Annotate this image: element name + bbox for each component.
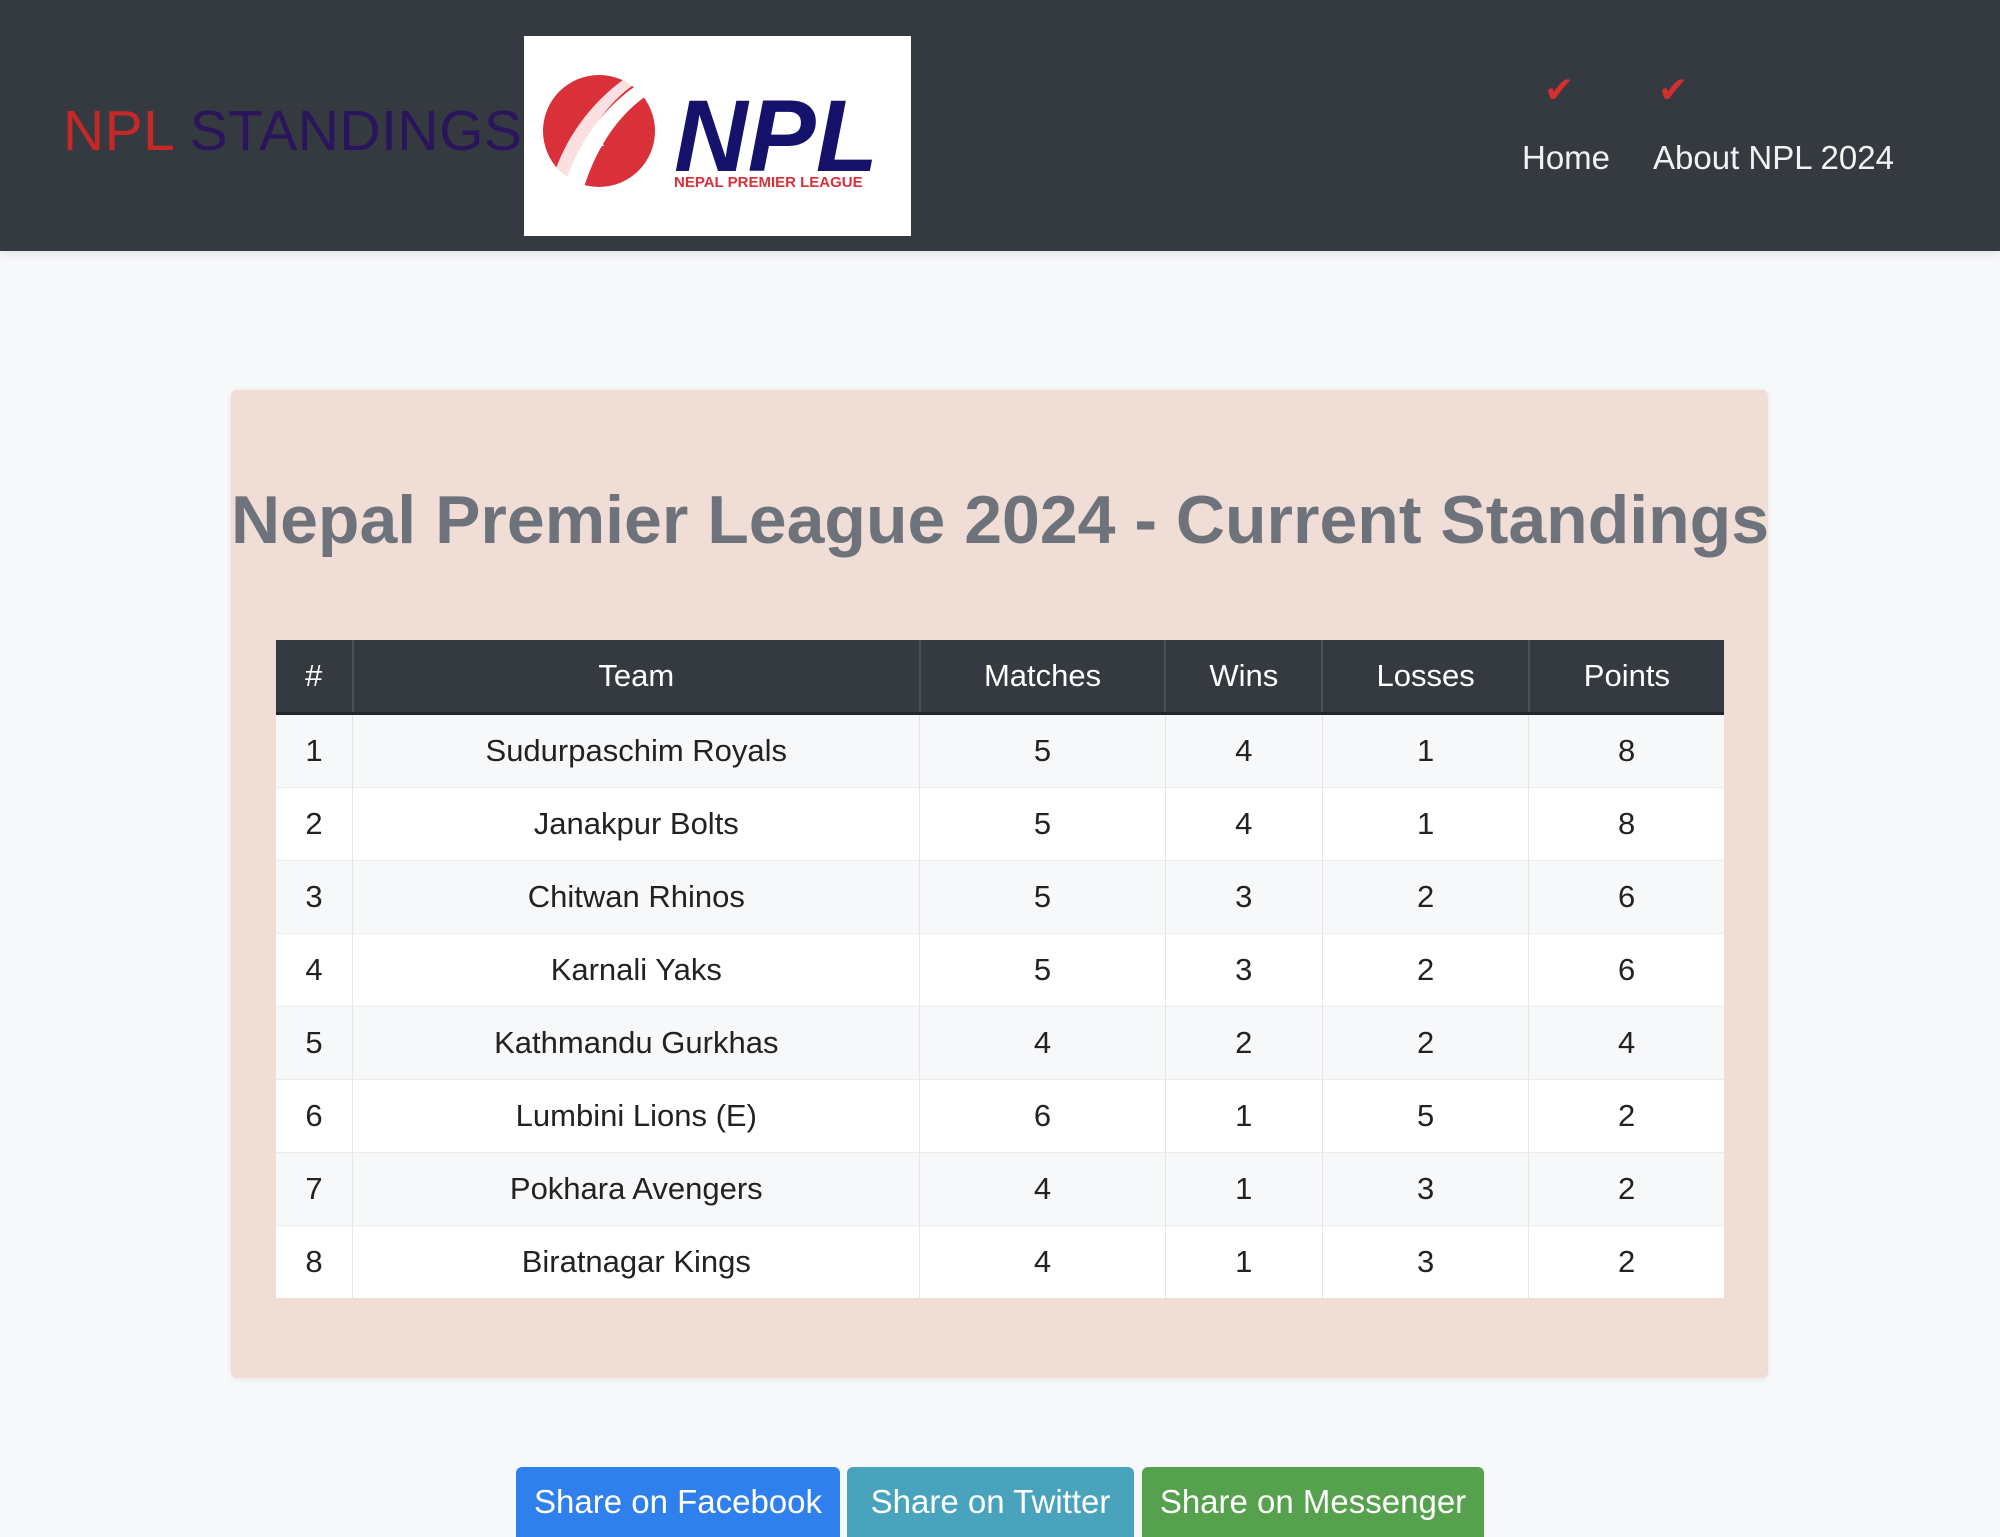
cell-matches: 4	[919, 1225, 1166, 1298]
cell-losses: 1	[1321, 713, 1529, 788]
cell-losses: 2	[1321, 860, 1529, 934]
cell-wins: 4	[1164, 713, 1323, 788]
cell-wins: 1	[1164, 1152, 1323, 1226]
navbar: NPL STANDINGS NPL NEPAL PREMIER LEAGUE ✔…	[0, 0, 2000, 251]
table-row: 1 Sudurpaschim Royals 5 4 1 8	[276, 713, 1724, 788]
cell-matches: 4	[919, 1152, 1166, 1226]
cell-losses: 2	[1321, 933, 1529, 1007]
cell-points: 2	[1528, 1225, 1724, 1298]
brand-title[interactable]: NPL STANDINGS	[63, 96, 522, 166]
check-icon: ✔	[1544, 69, 1575, 110]
cell-team: Chitwan Rhinos	[352, 860, 920, 934]
npl-logo-graphic: NPL NEPAL PREMIER LEAGUE	[543, 66, 878, 194]
header-rank: #	[276, 640, 353, 715]
cell-wins: 3	[1164, 860, 1323, 934]
cell-wins: 1	[1164, 1079, 1323, 1153]
cell-team: Lumbini Lions (E)	[352, 1079, 920, 1153]
cell-rank: 7	[276, 1152, 353, 1226]
cell-losses: 2	[1321, 1006, 1529, 1080]
header-team: Team	[351, 640, 920, 715]
table-row: 2 Janakpur Bolts 5 4 1 8	[276, 787, 1724, 861]
cell-points: 2	[1528, 1079, 1724, 1153]
share-twitter-button[interactable]: Share on Twitter	[847, 1467, 1134, 1537]
header-wins: Wins	[1164, 640, 1323, 715]
cell-matches: 5	[919, 713, 1166, 788]
cell-rank: 5	[276, 1006, 353, 1080]
share-facebook-button[interactable]: Share on Facebook	[516, 1467, 840, 1537]
cell-wins: 2	[1164, 1006, 1323, 1080]
cell-matches: 5	[919, 933, 1166, 1007]
cell-points: 6	[1528, 933, 1724, 1007]
table-row: 3 Chitwan Rhinos 5 3 2 6	[276, 860, 1724, 934]
check-icon: ✔	[1658, 69, 1689, 110]
cell-losses: 3	[1321, 1152, 1529, 1226]
cell-rank: 3	[276, 860, 353, 934]
cell-wins: 4	[1164, 787, 1323, 861]
table-row: 8 Biratnagar Kings 4 1 3 2	[276, 1225, 1724, 1298]
nav-home-label: Home	[1522, 139, 1611, 176]
cell-matches: 6	[919, 1079, 1166, 1153]
cell-points: 4	[1528, 1006, 1724, 1080]
standings-table: # Team Matches Wins Losses Points 1 Sudu…	[276, 640, 1724, 1298]
cell-team: Janakpur Bolts	[352, 787, 920, 861]
page-title: Nepal Premier League 2024 - Current Stan…	[231, 482, 1770, 558]
cell-team: Kathmandu Gurkhas	[352, 1006, 920, 1080]
logo-subtitle: NEPAL PREMIER LEAGUE	[674, 174, 863, 191]
cell-points: 8	[1528, 787, 1724, 861]
cell-losses: 1	[1321, 787, 1529, 861]
cell-rank: 4	[276, 933, 353, 1007]
cell-rank: 1	[276, 713, 353, 788]
cell-rank: 6	[276, 1079, 353, 1153]
cell-wins: 1	[1164, 1225, 1323, 1298]
cricket-ball-icon	[543, 66, 666, 194]
brand-title-standings: STANDINGS	[189, 99, 523, 163]
cell-team: Sudurpaschim Royals	[352, 713, 920, 788]
brand-title-npl: NPL	[63, 99, 174, 163]
cell-matches: 5	[919, 860, 1166, 934]
cell-points: 6	[1528, 860, 1724, 934]
cell-team: Pokhara Avengers	[352, 1152, 920, 1226]
cell-matches: 4	[919, 1006, 1166, 1080]
share-messenger-button[interactable]: Share on Messenger	[1142, 1467, 1484, 1537]
cell-team: Biratnagar Kings	[352, 1225, 920, 1298]
table-header-row: # Team Matches Wins Losses Points	[276, 640, 1724, 715]
cell-losses: 3	[1321, 1225, 1529, 1298]
header-losses: Losses	[1321, 640, 1529, 715]
npl-logo: NPL NEPAL PREMIER LEAGUE	[524, 36, 911, 236]
share-buttons: Share on Facebook Share on Twitter Share…	[0, 1467, 2000, 1537]
cell-wins: 3	[1164, 933, 1323, 1007]
table-row: 7 Pokhara Avengers 4 1 3 2	[276, 1152, 1724, 1226]
table-row: 6 Lumbini Lions (E) 6 1 5 2	[276, 1079, 1724, 1153]
table-row: 4 Karnali Yaks 5 3 2 6	[276, 933, 1724, 1007]
standings-card: Nepal Premier League 2024 - Current Stan…	[231, 390, 1770, 1378]
cell-points: 2	[1528, 1152, 1724, 1226]
cell-rank: 8	[276, 1225, 353, 1298]
nav-links: ✔ Home ✔ About NPL 2024	[1522, 70, 1922, 190]
cell-losses: 5	[1321, 1079, 1529, 1153]
header-matches: Matches	[918, 640, 1166, 715]
cell-matches: 5	[919, 787, 1166, 861]
table-row: 5 Kathmandu Gurkhas 4 2 2 4	[276, 1006, 1724, 1080]
cell-rank: 2	[276, 787, 353, 861]
cell-team: Karnali Yaks	[352, 933, 920, 1007]
cell-points: 8	[1528, 713, 1724, 788]
nav-about-label: About NPL 2024	[1653, 139, 1894, 176]
header-points: Points	[1527, 640, 1724, 715]
